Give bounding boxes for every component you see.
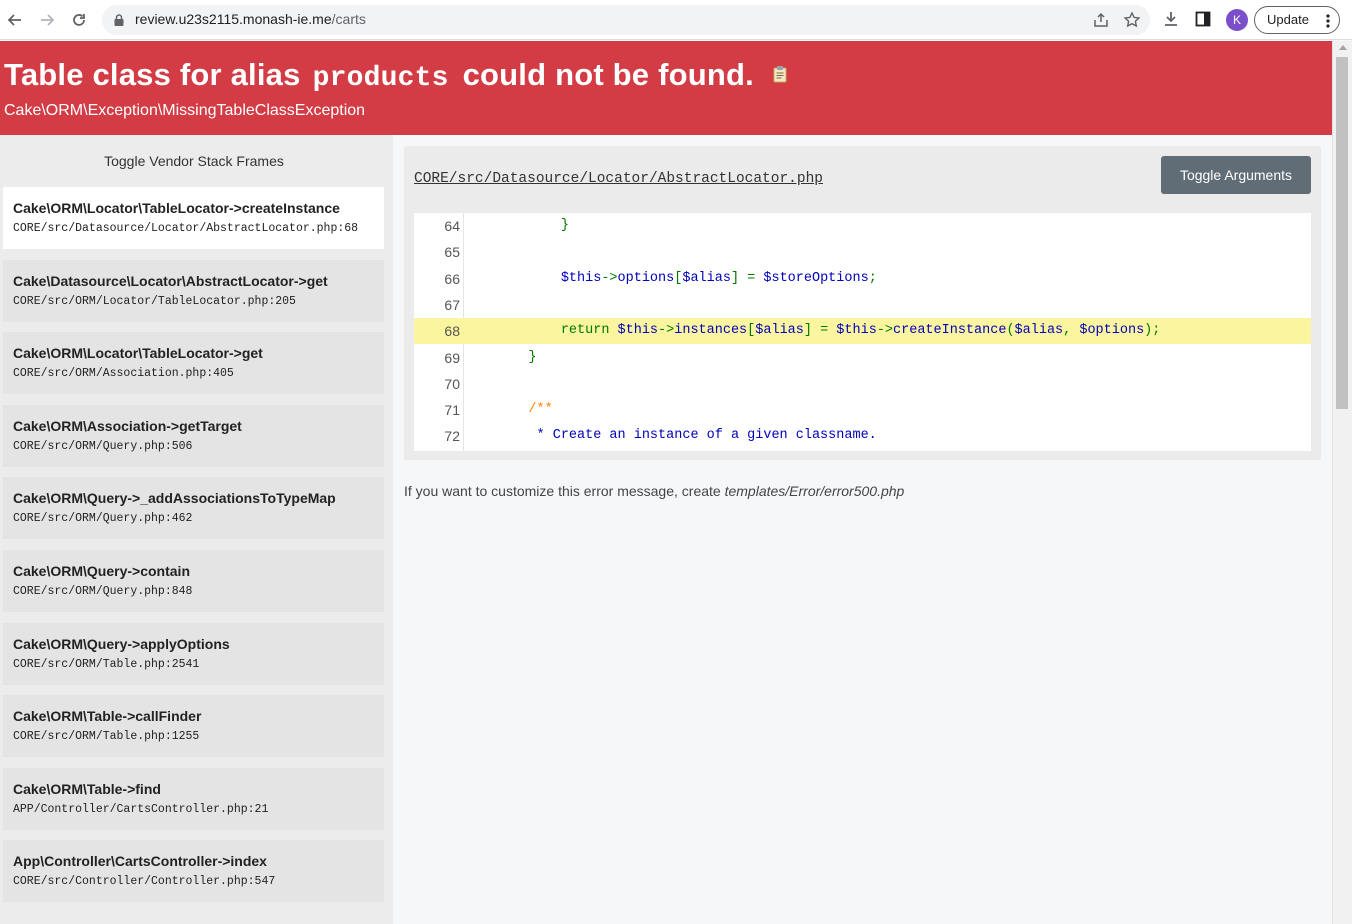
stack-frame-file: CORE/src/Controller/Controller.php:547 <box>13 875 276 889</box>
profile-avatar[interactable]: K <box>1226 9 1248 31</box>
line-number: 65 <box>444 244 460 261</box>
update-button[interactable]: Update <box>1254 6 1340 34</box>
code-line: 66 $this->options[$alias] = $storeOption… <box>414 266 1311 292</box>
stack-frame[interactable]: Cake\ORM\Query->applyOptions CORE/src/ORM… <box>3 622 384 685</box>
line-number: 70 <box>444 375 460 392</box>
side-panel-icon[interactable] <box>1194 10 1212 28</box>
stack-frame-function: Cake\ORM\Locator\TableLocator->createIns… <box>13 200 340 216</box>
error-header: Table class for alias products could not b… <box>0 41 1332 135</box>
line-number: 71 <box>444 402 460 419</box>
stack-frame[interactable]: Cake\ORM\Table->find APP/Controller/Carts… <box>3 767 384 830</box>
code-line: 65 <box>414 239 1311 265</box>
stack-frame-file: CORE/src/ORM/Query.php:506 <box>13 439 193 453</box>
arrow-left-icon <box>7 14 21 26</box>
address-bar[interactable]: review.u23s2115.monash-ie.me/carts <box>102 5 1150 35</box>
url-host: review.u23s2115.monash-ie.me <box>135 11 332 27</box>
stack-frame[interactable]: Cake\ORM\Query->_addAssociationsToTypeMa… <box>3 477 384 540</box>
share-icon[interactable] <box>1092 11 1110 29</box>
line-number: 67 <box>444 296 460 313</box>
line-number: 64 <box>444 218 460 234</box>
code-line: 72 * Create an instance of a given class… <box>414 423 1311 449</box>
code-text: $this->options[$alias] = $storeOptions; <box>560 270 877 286</box>
customize-message: If you want to customize this error mess… <box>404 483 904 499</box>
scrollbar-thumb[interactable] <box>1336 57 1348 409</box>
stack-frame[interactable]: Cake\ORM\Table->callFinder CORE/src/ORM/T… <box>3 695 384 758</box>
stack-frame-file: CORE/src/Datasource/Locator/AbstractLoca… <box>13 222 359 235</box>
code-text: * Create an instance of a given classnam… <box>536 428 877 444</box>
back-button[interactable] <box>4 9 26 31</box>
lock-icon <box>114 14 124 26</box>
code-text: /** <box>528 402 553 418</box>
stack-frame-function: Cake\ORM\Query->contain <box>13 563 190 579</box>
download-icon[interactable] <box>1162 10 1180 28</box>
more-vert-icon <box>1326 14 1330 28</box>
code-line: 64 } <box>414 213 1311 239</box>
stack-frame-function: Cake\ORM\Table->callFinder <box>13 708 202 725</box>
page-scrollbar[interactable] <box>1332 41 1352 924</box>
code-line: 67 <box>414 292 1311 318</box>
page-content: Table class for alias products could not b… <box>0 41 1332 924</box>
forward-button[interactable] <box>36 9 58 31</box>
code-line: 69 } <box>414 345 1311 371</box>
url-text: review.u23s2115.monash-ie.me/carts <box>135 11 366 27</box>
toggle-arguments-button[interactable]: Toggle Arguments <box>1161 156 1311 194</box>
line-number: 68 <box>444 323 460 340</box>
line-number: 66 <box>444 270 460 287</box>
stack-frame-file: APP/Controller/CartsController.php:21 <box>13 802 269 816</box>
reload-icon <box>73 14 85 26</box>
arrow-right-icon <box>41 14 55 26</box>
stack-frame-file: CORE/src/ORM/Query.php:462 <box>13 512 193 526</box>
stack-frame-function: Cake\ORM\Query->applyOptions <box>13 635 230 652</box>
code-text: } <box>560 218 569 233</box>
stack-frame[interactable]: App\Controller\CartsController->index COR… <box>3 840 384 903</box>
stack-frame-function: App\Controller\CartsController->index <box>13 853 267 870</box>
code-panel: CORE/src/Datasource/Locator/AbstractLoca… <box>404 146 1321 460</box>
error-title-alias: products <box>312 63 449 94</box>
error-title: Table class for alias products could not b… <box>4 57 787 94</box>
code-line: 71 /** <box>414 397 1311 423</box>
bookmark-star-icon[interactable] <box>1123 11 1141 29</box>
url-path: /carts <box>331 11 366 27</box>
error-title-prefix: Table class for alias <box>4 57 301 92</box>
stack-frame[interactable]: Cake\Datasource\Locator\AbstractLocator-… <box>3 259 384 322</box>
reload-button[interactable] <box>68 9 90 31</box>
stack-frame[interactable]: Cake\ORM\Association->getTarget CORE/src/… <box>3 404 384 467</box>
stack-frames-panel: Toggle Vendor Stack Frames Cake\ORM\Loca… <box>0 135 393 924</box>
customize-template-path: templates/Error/error500.php <box>724 483 905 499</box>
stack-frame[interactable]: Cake\ORM\Query->contain CORE/src/ORM/Quer… <box>3 550 384 612</box>
stack-frame-function: Cake\ORM\Association->getTarget <box>13 417 242 434</box>
code-excerpt: 64 } 65 66 $this->options[$alias] = $store… <box>414 213 1311 451</box>
code-line: 68 return $this->instances[$alias] = $th… <box>414 318 1311 345</box>
toggle-vendor-frames-link[interactable]: Toggle Vendor Stack Frames <box>0 153 388 169</box>
scroll-up-arrow-icon[interactable] <box>1339 45 1347 50</box>
stack-frame[interactable]: Cake\ORM\Locator\TableLocator->get CORE/s… <box>3 332 384 395</box>
stack-frame-file: CORE/src/ORM/Association.php:405 <box>13 367 234 381</box>
exception-class: Cake\ORM\Exception\MissingTableClassExce… <box>4 102 366 119</box>
stack-frame-file: CORE/src/ORM/Table.php:2541 <box>13 657 200 671</box>
stack-frame-function: Cake\ORM\Locator\TableLocator->get <box>13 345 263 362</box>
line-number: 69 <box>444 349 460 366</box>
stack-frame[interactable]: Cake\ORM\Locator\TableLocator->createIns… <box>3 187 384 249</box>
error-title-suffix: could not be found. <box>462 57 754 92</box>
clipboard-icon[interactable] <box>773 65 787 83</box>
customize-text: If you want to customize this error mess… <box>404 483 725 499</box>
stack-frame-function: Cake\Datasource\Locator\AbstractLocator-… <box>13 272 328 289</box>
line-number: 72 <box>444 428 460 445</box>
browser-toolbar: review.u23s2115.monash-ie.me/carts K Upd… <box>0 0 1352 40</box>
code-text: } <box>528 349 537 365</box>
stack-frame-file: CORE/src/ORM/Query.php:848 <box>13 585 193 598</box>
update-label: Update <box>1267 12 1309 27</box>
stack-frame-file: CORE/src/ORM/Table.php:1255 <box>13 730 200 744</box>
code-file-path[interactable]: CORE/src/Datasource/Locator/AbstractLoca… <box>414 171 823 187</box>
code-text: return $this->instances[$alias] = $this-… <box>560 323 1161 339</box>
code-line: 70 <box>414 371 1311 397</box>
stack-frame-function: Cake\ORM\Table->find <box>13 780 161 797</box>
stack-frame-function: Cake\ORM\Query->_addAssociationsToTypeMa… <box>13 490 336 507</box>
stack-frame-file: CORE/src/ORM/Locator/TableLocator.php:20… <box>13 294 296 308</box>
